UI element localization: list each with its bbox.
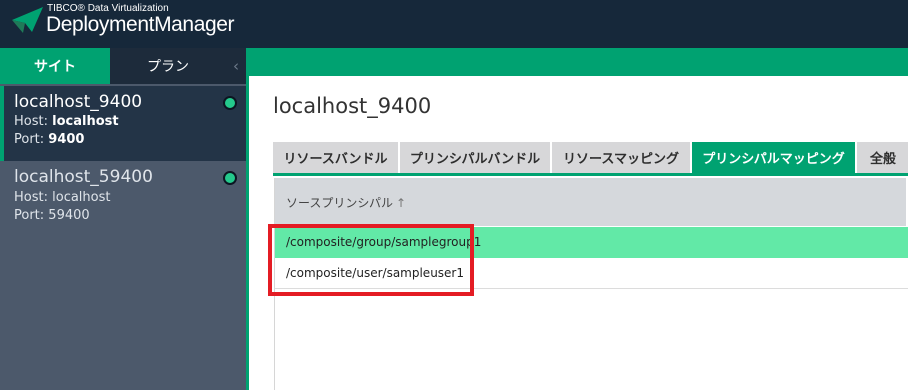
host-label: Host: [14, 114, 48, 129]
tab-principal-mapping[interactable]: プリンシパルマッピング [692, 142, 855, 173]
sort-ascending-icon: ↑ [396, 196, 407, 210]
status-online-icon [223, 96, 237, 110]
toolbar-strip [246, 48, 908, 76]
server-item-localhost-9400[interactable]: localhost_9400 Host: localhost Port: 940… [0, 86, 246, 161]
source-principal-cell: /composite/group/samplegroup1 [286, 235, 482, 249]
column-header-text: ソースプリンシパル [286, 196, 394, 210]
server-name: localhost_9400 [14, 92, 143, 112]
host-value: localhost [52, 190, 111, 205]
table-row[interactable]: /composite/user/sampleuser1 [275, 258, 908, 289]
tab-principal-bundle[interactable]: プリンシパルバンドル [400, 142, 550, 173]
tab-sites[interactable]: サイト [0, 48, 110, 84]
port-value: 59400 [48, 208, 90, 223]
tab-plans[interactable]: プラン [110, 48, 226, 84]
column-header-source-principal[interactable]: ソースプリンシパル ↑ [275, 178, 908, 226]
paper-plane-wing-icon [12, 7, 43, 33]
product-name-part2: Manager [154, 13, 235, 36]
server-host: Host: localhost [14, 114, 119, 129]
port-label: Port: [14, 208, 45, 223]
host-label: Host: [14, 190, 48, 205]
column-header-label: ソースプリンシパル ↑ [286, 194, 408, 211]
port-label: Port: [14, 132, 45, 147]
tab-resource-bundle[interactable]: リソースバンドル [273, 142, 398, 173]
product-name: DeploymentManager [46, 13, 235, 37]
tab-resource-mapping[interactable]: リソースマッピング [552, 142, 690, 173]
tab-underline [273, 173, 908, 176]
sidebar-tabs: サイト プラン ‹ [0, 48, 246, 84]
page-title: localhost_9400 [273, 94, 432, 118]
server-port: Port: 59400 [14, 208, 90, 223]
sidebar: サイト プラン ‹ localhost_9400 Host: localhost… [0, 48, 246, 390]
table-row[interactable]: /composite/group/samplegroup1 [275, 227, 908, 258]
app-header: TIBCO® Data Virtualization DeploymentMan… [0, 0, 908, 48]
server-host: Host: localhost [14, 190, 110, 205]
product-name-part1: Deployment [46, 13, 155, 36]
source-principal-cell: /composite/user/sampleuser1 [286, 266, 465, 280]
chevron-left-icon[interactable]: ‹ [226, 48, 246, 84]
server-item-localhost-59400[interactable]: localhost_59400 Host: localhost Port: 59… [0, 161, 246, 236]
server-port: Port: 9400 [14, 132, 84, 147]
status-online-icon [223, 171, 237, 185]
content-border [246, 76, 249, 390]
server-name: localhost_59400 [14, 167, 153, 187]
content-tabs: リソースバンドル プリンシパルバンドル リソースマッピング プリンシパルマッピン… [273, 142, 908, 173]
principal-mapping-table: ソースプリンシパル ↑ /composite/group/samplegroup1… [274, 178, 908, 390]
tab-general[interactable]: 全般 [857, 142, 908, 173]
port-value: 9400 [48, 132, 85, 147]
host-value: localhost [52, 114, 119, 129]
